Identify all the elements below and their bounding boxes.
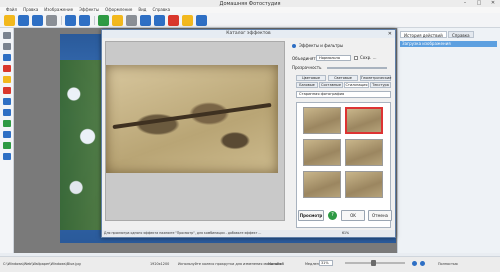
frame-icon[interactable]: [126, 15, 137, 26]
dialog-status-zoom: 61%: [342, 231, 350, 235]
redeye-icon[interactable]: [3, 65, 11, 72]
help-icon[interactable]: ?: [328, 211, 337, 220]
calendar-icon[interactable]: [168, 15, 179, 26]
keep-checkbox[interactable]: [354, 56, 358, 60]
minimize-button[interactable]: –: [458, 0, 472, 7]
preview-button[interactable]: Просмотр: [298, 210, 324, 221]
thumbnail[interactable]: [303, 171, 341, 198]
keep-label: Сохр. ...: [360, 55, 377, 60]
zoom-input[interactable]: 31%: [319, 260, 333, 266]
pointer-icon[interactable]: [3, 32, 11, 39]
tab-stylization[interactable]: Стилизация: [344, 82, 369, 88]
stamp-icon[interactable]: [3, 131, 11, 138]
history-item[interactable]: Загрузка изображения: [400, 41, 497, 47]
zoom-icon[interactable]: [3, 153, 11, 160]
tab-help[interactable]: Справка: [448, 31, 474, 38]
maximize-button[interactable]: □: [472, 0, 486, 7]
zoom-slider-knob[interactable]: [371, 260, 376, 266]
thumbnail-selected[interactable]: [345, 107, 383, 134]
collage-icon[interactable]: [140, 15, 151, 26]
undo-icon[interactable]: [65, 15, 76, 26]
status-hint: Используйте колесо прокрутки для изменен…: [178, 262, 282, 266]
blend-label: Объединять: [292, 56, 318, 61]
left-toolbar: [0, 28, 14, 253]
opacity-slider[interactable]: [327, 67, 387, 69]
text-icon[interactable]: [98, 15, 109, 26]
tab-color[interactable]: Цветовые: [296, 75, 326, 81]
resize-icon[interactable]: [3, 120, 11, 127]
brush-icon[interactable]: [3, 54, 11, 61]
mail-icon[interactable]: [182, 15, 193, 26]
dialog-title: Каталог эффектов: [102, 30, 395, 38]
exit-icon[interactable]: [196, 15, 207, 26]
opacity-label: Прозрачность: [292, 65, 322, 70]
rotate-icon[interactable]: [3, 98, 11, 105]
tab-geometric[interactable]: Геометрические: [360, 75, 391, 81]
filter-select[interactable]: Старинная фотография: [296, 91, 391, 98]
tab-texture[interactable]: Текстура: [370, 82, 391, 88]
redo-icon[interactable]: [79, 15, 90, 26]
filmstrip-icon[interactable]: [154, 15, 165, 26]
status-bar: C:\Windows\Web\Wallpaper\Windows\Blue.jp…: [0, 256, 500, 272]
layers-icon[interactable]: [3, 142, 11, 149]
image-icon[interactable]: [112, 15, 123, 26]
tab-composite[interactable]: Составные: [319, 82, 343, 88]
effects-dialog: Каталог эффектов ✕ Эффекты и фильтры Объ…: [101, 29, 396, 238]
effects-radio-label: Эффекты и фильтры: [299, 43, 344, 48]
print-icon[interactable]: [46, 15, 57, 26]
effects-radio[interactable]: [292, 44, 296, 48]
open-icon[interactable]: [4, 15, 15, 26]
tab-light[interactable]: Световые: [328, 75, 358, 81]
image-size: 1920x1200: [150, 262, 170, 266]
close-button[interactable]: ✕: [486, 0, 500, 7]
zoom-label: Масштаб: [268, 262, 285, 266]
crop-icon[interactable]: [3, 43, 11, 50]
cancel-button[interactable]: Отмена: [368, 210, 392, 221]
fit-label: Полностью: [438, 262, 458, 266]
color-icon[interactable]: [3, 87, 11, 94]
zoom-out-icon[interactable]: [420, 261, 425, 266]
dialog-close-icon[interactable]: ✕: [388, 30, 392, 38]
save-as-icon[interactable]: [32, 15, 43, 26]
tab-basic[interactable]: Базовые: [296, 82, 318, 88]
thumbnail[interactable]: [345, 171, 383, 198]
thumbnail[interactable]: [303, 139, 341, 166]
blossom-image: [60, 60, 106, 230]
tab-history[interactable]: История действий: [400, 31, 447, 38]
fill-icon[interactable]: [3, 76, 11, 83]
thumbnail[interactable]: [303, 107, 341, 134]
file-path: C:\Windows\Web\Wallpaper\Windows\Blue.jp…: [3, 262, 81, 266]
toolbar: [0, 13, 500, 28]
zoom-in-icon[interactable]: [412, 261, 417, 266]
dialog-status: Для просмотра одного эффекта нажмите "Пр…: [102, 230, 395, 237]
ok-button[interactable]: OK: [341, 210, 365, 221]
toolbar-divider: [94, 16, 95, 25]
blend-select[interactable]: Нормально: [316, 55, 351, 61]
save-icon[interactable]: [18, 15, 29, 26]
toolbar-divider: [61, 16, 62, 25]
thumbnail[interactable]: [345, 139, 383, 166]
flip-icon[interactable]: [3, 109, 11, 116]
right-panel: История действий Справка: [397, 28, 500, 253]
sepia-photo: [106, 65, 278, 173]
